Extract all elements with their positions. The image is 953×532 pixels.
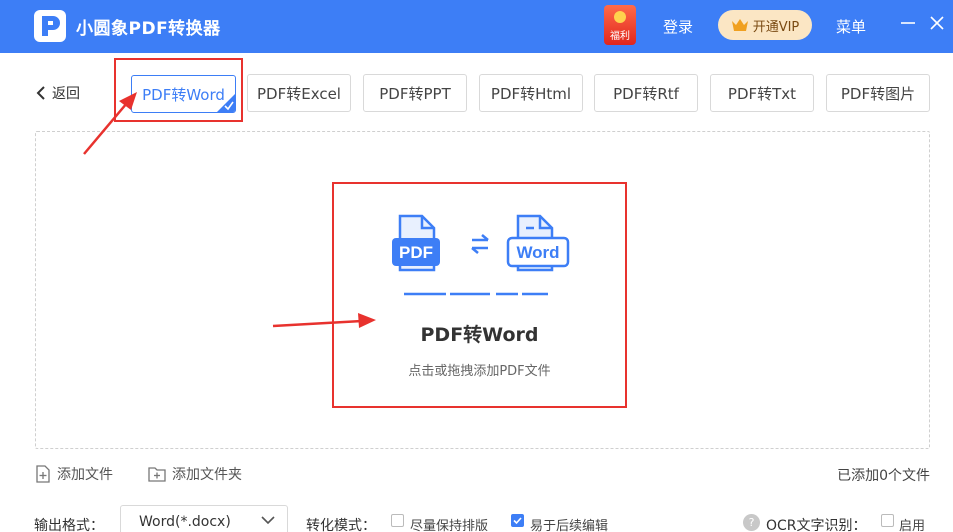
tab-pdf-to-ppt[interactable]: PDF转PPT bbox=[363, 74, 467, 112]
coin-icon bbox=[614, 11, 626, 23]
file-plus-icon bbox=[36, 465, 50, 483]
tab-pdf-to-html[interactable]: PDF转Html bbox=[479, 74, 583, 112]
vip-label: 开通VIP bbox=[752, 19, 800, 35]
pdf-badge: PDF bbox=[399, 243, 433, 262]
login-link[interactable]: 登录 bbox=[663, 16, 693, 37]
tab-label: PDF转PPT bbox=[379, 84, 451, 103]
close-button[interactable] bbox=[927, 12, 947, 36]
file-count: 已添加0个文件 bbox=[837, 468, 930, 484]
add-file-button[interactable]: 添加文件 bbox=[35, 464, 113, 484]
easy-edit-checkbox[interactable] bbox=[511, 514, 524, 527]
drop-hint: 点击或拖拽添加PDF文件 bbox=[408, 364, 551, 379]
back-label: 返回 bbox=[52, 86, 80, 102]
tab-label: PDF转Excel bbox=[257, 84, 341, 103]
app-title: 小圆象PDF转换器 bbox=[76, 19, 221, 39]
tab-pdf-to-txt[interactable]: PDF转Txt bbox=[710, 74, 814, 112]
conversion-options: 输出格式： Word(*.docx) 转化模式： 尽量保持排版 易于后续编辑 ?… bbox=[0, 505, 953, 532]
add-folder-label: 添加文件夹 bbox=[172, 467, 242, 483]
vip-button[interactable]: 开通VIP bbox=[718, 10, 812, 40]
app-logo-icon bbox=[34, 10, 66, 42]
add-folder-button[interactable]: 添加文件夹 bbox=[148, 464, 242, 484]
check-icon bbox=[513, 517, 522, 525]
tab-label: PDF转Rtf bbox=[613, 84, 679, 103]
output-format-select[interactable]: Word(*.docx) bbox=[120, 505, 288, 532]
help-icon[interactable]: ? bbox=[743, 514, 760, 531]
close-icon bbox=[930, 16, 944, 30]
tab-pdf-to-excel[interactable]: PDF转Excel bbox=[247, 74, 351, 112]
keep-layout-checkbox[interactable] bbox=[391, 514, 404, 527]
ocr-enable-checkbox[interactable] bbox=[881, 514, 894, 527]
tab-label: PDF转图片 bbox=[840, 84, 916, 103]
ocr-label: OCR文字识别： bbox=[766, 518, 867, 532]
output-format-value: Word(*.docx) bbox=[139, 514, 231, 530]
pdf-to-word-illustration: PDF Word bbox=[392, 214, 570, 296]
word-badge: Word bbox=[516, 243, 559, 262]
drop-target-card[interactable]: PDF Word PDF转Word 点击或拖拽添加PDF文件 bbox=[332, 182, 627, 408]
tab-pdf-to-word[interactable]: PDF转Word bbox=[131, 75, 236, 113]
add-file-label: 添加文件 bbox=[57, 467, 113, 483]
tab-pdf-to-image[interactable]: PDF转图片 bbox=[826, 74, 930, 112]
tab-label: PDF转Txt bbox=[727, 84, 797, 103]
title-bar: 小圆象PDF转换器 福利 登录 开通VIP 菜单 bbox=[0, 0, 953, 53]
folder-plus-icon bbox=[148, 467, 166, 482]
minimize-icon bbox=[901, 22, 915, 24]
ocr-enable-label[interactable]: 启用 bbox=[899, 515, 925, 532]
tab-pdf-to-rtf[interactable]: PDF转Rtf bbox=[594, 74, 698, 112]
back-button[interactable]: 返回 bbox=[36, 82, 80, 104]
tab-label: PDF转Html bbox=[490, 84, 572, 103]
output-format-label: 输出格式： bbox=[34, 518, 104, 532]
tab-label: PDF转Word bbox=[142, 85, 225, 104]
welfare-button[interactable]: 福利 bbox=[604, 5, 636, 45]
chevron-left-icon bbox=[36, 86, 45, 100]
keep-layout-label[interactable]: 尽量保持排版 bbox=[410, 515, 488, 532]
conversion-mode-label: 转化模式： bbox=[306, 518, 376, 532]
easy-edit-label[interactable]: 易于后续编辑 bbox=[530, 515, 608, 532]
drop-title: PDF转Word bbox=[420, 324, 539, 346]
minimize-button[interactable] bbox=[898, 12, 918, 36]
chevron-down-icon bbox=[261, 516, 275, 525]
welfare-label: 福利 bbox=[610, 31, 630, 42]
crown-icon bbox=[731, 19, 748, 31]
menu-button[interactable]: 菜单 bbox=[836, 16, 866, 37]
check-icon bbox=[217, 94, 235, 112]
